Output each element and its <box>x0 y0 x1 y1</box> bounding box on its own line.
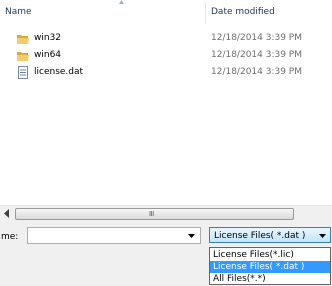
file-date: 12/18/2014 3:39 PM <box>211 50 302 60</box>
scrollbar-thumb[interactable]: III <box>15 208 294 220</box>
file-row-win32[interactable]: win32 12/18/2014 3:39 PM <box>0 30 330 47</box>
file-type-dropdown: License Files(*.lic) License Files( *.da… <box>209 247 331 285</box>
file-type-selected: License Files( *.dat ) <box>214 231 306 241</box>
folder-icon <box>17 52 29 61</box>
column-divider[interactable] <box>205 2 206 24</box>
file-type-option-selected[interactable]: License Files( *.dat ) <box>210 261 330 273</box>
file-type-option[interactable]: License Files(*.lic) <box>210 249 330 261</box>
file-name: license.dat <box>34 67 84 77</box>
file-name: win32 <box>34 33 62 43</box>
file-name-label: me: <box>1 232 19 242</box>
horizontal-scrollbar[interactable]: III <box>0 205 332 222</box>
file-icon <box>18 66 28 79</box>
chevron-down-icon <box>319 234 326 238</box>
sort-up-icon <box>119 0 124 4</box>
file-name: win64 <box>34 50 62 60</box>
file-row-license-dat[interactable]: license.dat 12/18/2014 3:39 PM <box>0 64 330 81</box>
file-date: 12/18/2014 3:39 PM <box>211 67 302 77</box>
column-header: Name Date modified <box>0 0 332 24</box>
folder-icon <box>17 35 29 44</box>
file-name-input[interactable] <box>27 227 201 244</box>
date-modified-column-header[interactable]: Date modified <box>211 7 275 17</box>
name-column-header[interactable]: Name <box>5 7 32 17</box>
left-arrow-icon[interactable] <box>3 209 11 218</box>
file-type-select[interactable]: License Files( *.dat ) <box>209 227 331 243</box>
chevron-down-icon[interactable] <box>188 234 195 238</box>
file-type-option[interactable]: All Files(*.*) <box>210 273 330 285</box>
scrollbar-grip: III <box>149 210 154 218</box>
file-date: 12/18/2014 3:39 PM <box>211 33 302 43</box>
file-row-win64[interactable]: win64 12/18/2014 3:39 PM <box>0 47 330 64</box>
